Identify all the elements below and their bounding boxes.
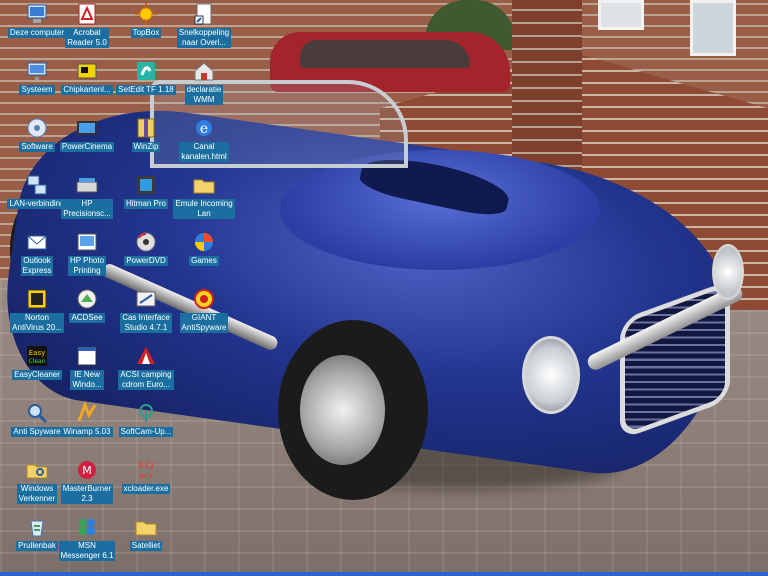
- ie-window-icon: [75, 344, 99, 368]
- desktop-icon[interactable]: Emule Incoming Lan: [169, 173, 239, 219]
- desktop-icon[interactable]: Snelkoppeling naar Overl...: [169, 2, 239, 48]
- desktop-icon-label: MasterBurner 2.3: [60, 484, 114, 504]
- desktop-icon[interactable]: Satelliet: [111, 515, 181, 551]
- wallpaper-red-car-window: [300, 40, 470, 68]
- desktop-icon[interactable]: e Canal kanalen.html: [169, 116, 239, 162]
- desktop-icon-label: SetEdit TF 1.18: [116, 85, 176, 95]
- acsi-icon: [134, 344, 158, 368]
- antispyware-icon: [25, 401, 49, 425]
- powercinema-icon: [75, 116, 99, 140]
- acdsee-icon: [75, 287, 99, 311]
- winzip-icon: [134, 116, 158, 140]
- desktop-icon[interactable]: Games: [169, 230, 239, 266]
- desktop-icon-label: SoftCam-Up...: [118, 427, 174, 437]
- chipcard-icon: [75, 59, 99, 83]
- desktop-icon-label: Acrobat Reader 5.0: [65, 28, 109, 48]
- wallpaper-house-window: [690, 0, 736, 56]
- desktop-icon-label: HP Precisionsc...: [61, 199, 113, 219]
- outlook-icon: [25, 230, 49, 254]
- desktop-icon-label: Snelkoppeling naar Overl...: [176, 28, 232, 48]
- desktop-icon[interactable]: X-Cr ack xcloader.exe: [111, 458, 181, 494]
- desktop-icon-label: Outlook Express: [20, 256, 54, 276]
- folder-icon: [134, 515, 158, 539]
- desktop-icon-label: IE New Windo...: [70, 370, 104, 390]
- taskbar-edge[interactable]: [0, 572, 768, 576]
- desktop-icon-label: MSN Messenger 6.1: [58, 541, 116, 561]
- internet-explorer-icon: e: [192, 116, 216, 140]
- games-icon: [192, 230, 216, 254]
- svg-text:ack: ack: [139, 471, 153, 480]
- svg-text:Easy: Easy: [29, 349, 46, 357]
- desktop-icon-label: PowerDVD: [124, 256, 168, 266]
- recycle-bin-icon: [25, 515, 49, 539]
- hitman-icon: [134, 173, 158, 197]
- desktop-icon-label: Winamp 5.03: [61, 427, 113, 437]
- msn-icon: [75, 515, 99, 539]
- software-icon: [25, 116, 49, 140]
- house-icon: [192, 59, 216, 83]
- desktop-icon-label: Games: [189, 256, 219, 266]
- wallpaper-wheel-hub: [300, 355, 385, 465]
- scanner-icon: [75, 173, 99, 197]
- wallpaper-house-window: [598, 0, 644, 30]
- svg-text:Clean: Clean: [28, 358, 45, 365]
- desktop-icon-label: declaratie WMM: [184, 85, 224, 105]
- desktop[interactable]: Deze computer Acrobat Reader 5.0 TopBox Sne…: [0, 0, 768, 576]
- cas-icon: [134, 287, 158, 311]
- desktop-icon-label: Emule Incoming Lan: [173, 199, 235, 219]
- easycleaner-icon: Easy Clean: [25, 344, 49, 368]
- desktop-icon-label: Canal kanalen.html: [179, 142, 229, 162]
- softcam-icon: [134, 401, 158, 425]
- norton-icon: [25, 287, 49, 311]
- desktop-icon-label: ACSI camping cdrom Euro...: [118, 370, 174, 390]
- acrobat-icon: [75, 2, 99, 26]
- my-computer-icon: [25, 2, 49, 26]
- wallpaper-headlight: [522, 336, 580, 414]
- svg-text:e: e: [200, 121, 208, 137]
- desktop-icon[interactable]: declaratie WMM: [169, 59, 239, 105]
- desktop-icon-label: xcloader.exe: [121, 484, 171, 494]
- system-icon: [25, 59, 49, 83]
- folder-icon: [192, 173, 216, 197]
- wallpaper-headlight: [712, 244, 744, 300]
- desktop-icon[interactable]: SoftCam-Up...: [111, 401, 181, 437]
- desktop-icon-label: Hitman Pro: [123, 199, 168, 209]
- desktop-icon-label: Software: [19, 142, 55, 152]
- shortcut-icon: [192, 2, 216, 26]
- svg-text:X-Cr: X-Cr: [138, 461, 156, 470]
- desktop-icon-label: PowerCinema: [59, 142, 115, 152]
- dvd-icon: [134, 230, 158, 254]
- desktop-icon[interactable]: ACSI camping cdrom Euro...: [111, 344, 181, 390]
- masterburner-icon: M: [75, 458, 99, 482]
- desktop-icon-label: Systeem: [19, 85, 55, 95]
- giant-icon: [192, 287, 216, 311]
- svg-text:M: M: [82, 464, 92, 477]
- desktop-icon-label: Satelliet: [129, 541, 163, 551]
- desktop-icon-label: TopBox: [130, 28, 162, 38]
- desktop-icon-label: ACDSee: [69, 313, 105, 323]
- setedit-icon: [134, 59, 158, 83]
- desktop-icon[interactable]: GIANT AntiSpyware: [169, 287, 239, 333]
- desktop-icon-label: Cas Interface Studio 4.7.1: [120, 313, 172, 333]
- photo-icon: [75, 230, 99, 254]
- desktop-icon-label: WinZip: [131, 142, 161, 152]
- sun-icon: [134, 2, 158, 26]
- desktop-icon-label: Chipkartenl...: [61, 85, 113, 95]
- network-icon: [25, 173, 49, 197]
- winamp-icon: [75, 401, 99, 425]
- desktop-icon-label: HP Photo Printing: [67, 256, 107, 276]
- desktop-icon-label: GIANT AntiSpyware: [179, 313, 229, 333]
- explorer-icon: [25, 458, 49, 482]
- xcrack-icon: X-Cr ack: [134, 458, 158, 482]
